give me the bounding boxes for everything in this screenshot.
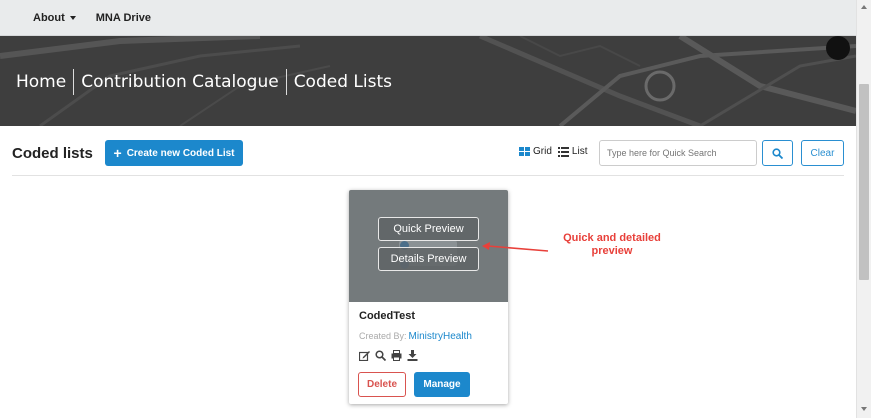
mna-drive-label: MNA Drive [95, 11, 151, 24]
plus-icon: + [113, 145, 122, 161]
scroll-up-arrow-icon[interactable] [861, 5, 867, 9]
page-title: Coded lists [12, 145, 93, 162]
list-label: List [571, 146, 588, 157]
view-toggle: Grid List [519, 146, 593, 157]
coded-list-name: CodedTest [359, 310, 416, 322]
delete-button[interactable]: Delete [358, 372, 406, 397]
breadcrumb-contribution-catalogue[interactable]: Contribution Catalogue [81, 72, 278, 92]
scroll-down-arrow-icon[interactable] [861, 407, 867, 411]
mna-drive-link[interactable]: MNA Drive [96, 12, 151, 24]
breadcrumb-separator [285, 69, 287, 95]
about-dropdown[interactable]: About [33, 12, 76, 24]
quick-preview-button[interactable]: Quick Preview [378, 217, 479, 241]
search-icon[interactable] [375, 350, 386, 361]
grid-view-option[interactable]: Grid [519, 146, 552, 157]
annotation-line-1: Quick and detailed [563, 232, 661, 244]
annotation-line-2: preview [591, 245, 633, 257]
author-link[interactable]: MinistryHealth [409, 331, 472, 342]
hero-banner: Home Contribution Catalogue Coded Lists [0, 36, 856, 126]
coded-list-card: Quick Preview Details Preview CodedTest … [349, 190, 508, 404]
annotation-text: Quick and detailed preview [552, 232, 672, 258]
clear-button[interactable]: Clear [801, 140, 844, 166]
details-preview-button[interactable]: Details Preview [378, 247, 479, 271]
about-label: About [33, 11, 65, 24]
breadcrumb: Home Contribution Catalogue Coded Lists [16, 69, 392, 95]
quick-search-input[interactable] [599, 140, 757, 166]
created-by-label: Created By: [359, 331, 407, 341]
create-button-label: Create new Coded List [126, 147, 235, 159]
breadcrumb-coded-lists: Coded Lists [293, 72, 392, 92]
search-button[interactable] [762, 140, 793, 166]
toolbar: Coded lists + Create new Coded List Grid… [0, 126, 856, 176]
divider [12, 175, 844, 176]
search-icon [772, 147, 783, 159]
breadcrumb-home[interactable]: Home [16, 72, 66, 92]
list-view-option[interactable]: List [557, 146, 588, 157]
download-icon[interactable] [407, 350, 418, 361]
grid-label: Grid [533, 146, 552, 157]
caret-down-icon [69, 15, 76, 20]
create-coded-list-button[interactable]: + Create new Coded List [105, 140, 243, 166]
list-icon [557, 146, 569, 157]
top-navbar: About MNA Drive [0, 0, 856, 36]
print-icon[interactable] [391, 350, 402, 361]
manage-button[interactable]: Manage [414, 372, 470, 397]
created-by-line: Created By: MinistryHealth [359, 331, 472, 342]
vertical-scrollbar[interactable] [856, 0, 871, 418]
breadcrumb-separator [73, 69, 75, 95]
scrollbar-thumb[interactable] [859, 84, 869, 280]
edit-icon[interactable] [359, 350, 370, 361]
card-thumbnail: Quick Preview Details Preview [349, 190, 508, 302]
grid-icon [519, 146, 530, 156]
card-actions-icons [359, 350, 418, 361]
